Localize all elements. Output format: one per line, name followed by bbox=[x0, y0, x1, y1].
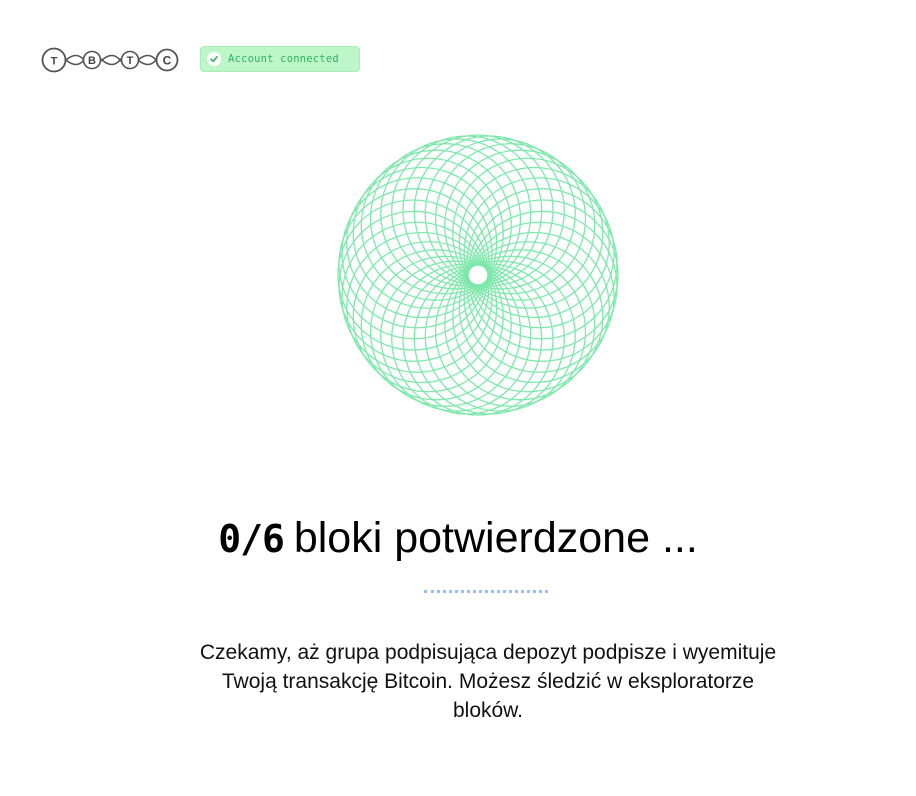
tbtc-logo-icon[interactable]: T B T C bbox=[40, 46, 180, 74]
page: T B T C Account connected 0/6 bloki potwi… bbox=[0, 0, 916, 796]
logo-letter-t: T bbox=[127, 55, 134, 67]
confirmation-heading: 0/6 bloki potwierdzone ... bbox=[0, 508, 916, 568]
loading-divider bbox=[424, 590, 548, 593]
check-icon bbox=[207, 52, 221, 66]
block-count-label: bloki potwierdzone ... bbox=[293, 514, 698, 562]
logo-letter-t-small: T bbox=[51, 56, 58, 68]
status-badge-label: Account connected bbox=[228, 53, 339, 65]
description-text: Czekamy, aż grupa podpisująca depozyt po… bbox=[199, 641, 777, 722]
spirograph-icon bbox=[337, 134, 619, 416]
block-count: 0/6 bbox=[218, 517, 285, 561]
logo-letter-c: C bbox=[163, 54, 172, 68]
status-badge: Account connected bbox=[200, 46, 360, 72]
spirograph-center bbox=[474, 271, 482, 279]
logo-letter-b: B bbox=[88, 55, 96, 67]
